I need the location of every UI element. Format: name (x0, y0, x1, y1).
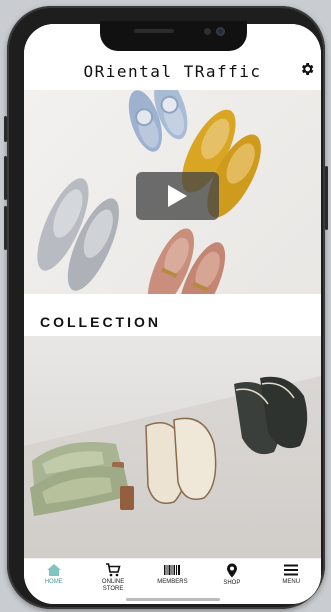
tab-online-store-label: ONLINE STORE (101, 579, 125, 592)
location-pin-icon (226, 563, 237, 578)
tab-shop[interactable]: SHOP (204, 559, 260, 587)
phone-frame: ORiental TRaffic COLLECTION HOME ONLINE … (4, 6, 328, 609)
sensor (204, 28, 211, 35)
collection-heading: COLLECTION (40, 314, 161, 330)
pink-loafers (147, 228, 226, 324)
app-screen: ORiental TRaffic COLLECTION HOME ONLINE … (24, 24, 321, 604)
play-button[interactable] (136, 172, 219, 220)
collection-image[interactable] (24, 336, 321, 558)
tab-home[interactable]: HOME (26, 559, 82, 586)
power-button (325, 166, 328, 230)
collection-shoes-illustration (24, 376, 321, 558)
tab-shop-label: SHOP (223, 580, 241, 586)
hero-video[interactable] (24, 77, 321, 324)
volume-down-button (4, 206, 7, 250)
menu-icon (284, 564, 299, 576)
tab-members[interactable]: MEMBERS (144, 559, 200, 586)
tab-menu-label: MENU (282, 579, 301, 585)
gear-icon[interactable] (299, 61, 315, 77)
home-indicator (126, 598, 220, 601)
cream-mules (145, 417, 217, 504)
barcode-icon (164, 565, 181, 575)
blue-flats (128, 77, 188, 152)
tab-members-label: MEMBERS (157, 579, 188, 585)
play-icon (168, 185, 187, 207)
tab-menu[interactable]: MENU (263, 559, 319, 586)
notch (100, 21, 247, 51)
speaker-grille (134, 29, 174, 33)
tab-home-label: HOME (44, 579, 63, 585)
home-icon (46, 564, 61, 576)
front-camera (216, 27, 225, 36)
tab-online-store[interactable]: ONLINE STORE (85, 559, 141, 592)
silver-flats (37, 178, 119, 291)
black-mules (234, 376, 308, 455)
mute-switch (4, 116, 7, 142)
cart-icon (106, 563, 121, 577)
volume-up-button (4, 156, 7, 200)
brand-logo[interactable]: ORiental TRaffic (24, 62, 321, 81)
